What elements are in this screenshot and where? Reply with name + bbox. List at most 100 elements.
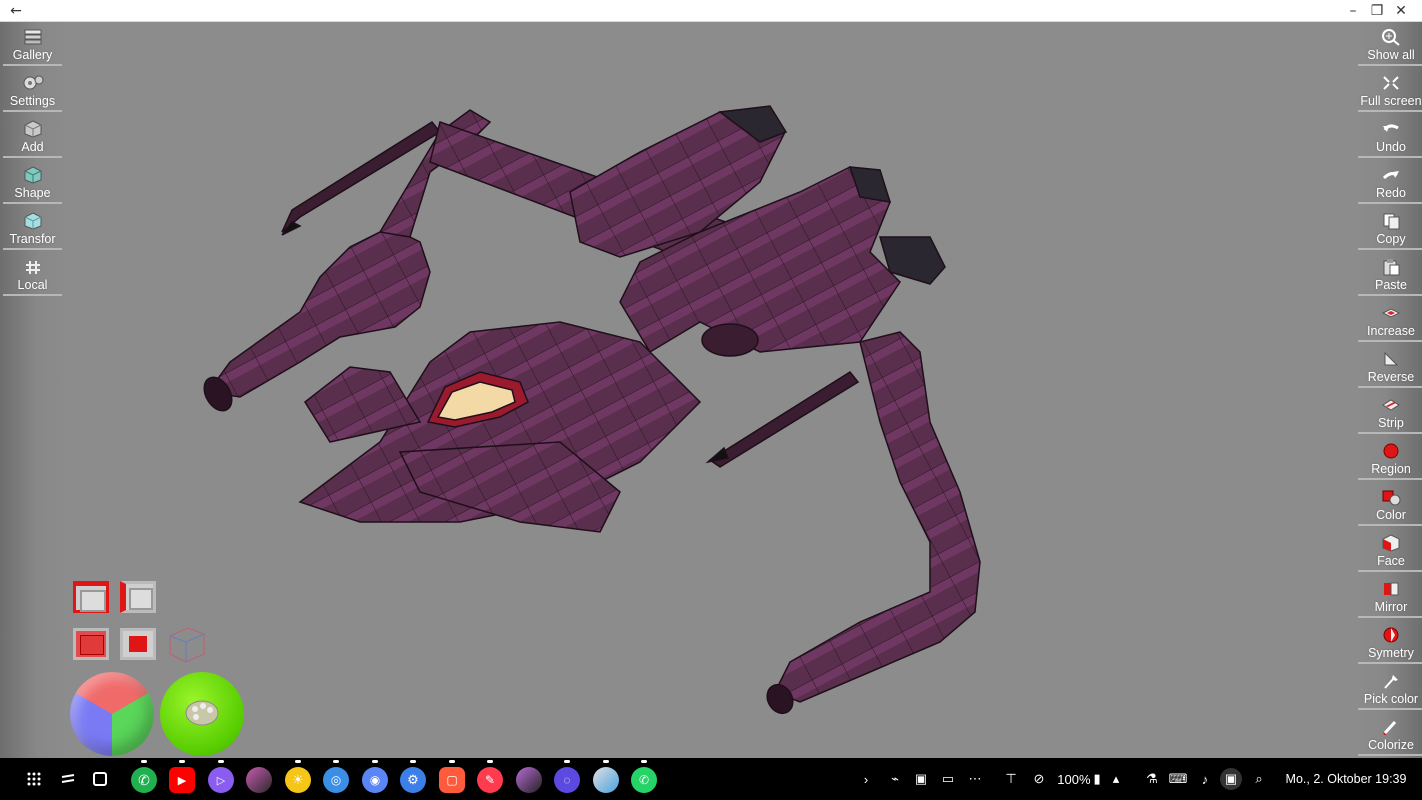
camera-app-icon[interactable]: ◉	[362, 767, 388, 793]
add-cube-icon	[22, 119, 44, 139]
reverse-icon	[1380, 349, 1402, 369]
paste-label: Paste	[1375, 278, 1407, 292]
local-icon	[22, 257, 44, 277]
show-all-button[interactable]: Show all	[1358, 22, 1422, 66]
color-button[interactable]: Color	[1358, 482, 1422, 526]
select-mode-edge-button[interactable]	[120, 581, 156, 613]
3d-viewport[interactable]	[0, 22, 1422, 758]
glass-icon[interactable]: ⊤	[1003, 758, 1019, 800]
flask-icon[interactable]: ⚗	[1144, 758, 1160, 800]
keyboard-icon[interactable]: ⌨	[1169, 758, 1188, 800]
running-indicator	[372, 760, 378, 763]
gallery-app-icon[interactable]	[593, 767, 619, 793]
face-icon	[1380, 533, 1402, 553]
face-button[interactable]: Face	[1358, 528, 1422, 572]
strip-label: Strip	[1378, 416, 1404, 430]
weather-app-icon[interactable]: ☀	[285, 767, 311, 793]
colorize-icon	[1380, 717, 1402, 737]
select-mode-object-button[interactable]	[120, 628, 156, 660]
increase-button[interactable]: Increase	[1358, 298, 1422, 342]
screen-app-icon[interactable]: ▢	[439, 767, 465, 793]
running-indicator	[218, 760, 224, 763]
apps-grid-icon[interactable]	[20, 765, 48, 793]
clock-datetime[interactable]: Mo., 2. Oktober 19:39	[1274, 758, 1418, 800]
chevron-up-icon[interactable]: ▴	[1108, 758, 1124, 800]
region-button[interactable]: Region	[1358, 436, 1422, 480]
pick-color-icon	[1380, 671, 1402, 691]
left-toolbar: Gallery Settings Add Shape Transfor Loca…	[0, 22, 68, 758]
restore-icon[interactable]: ❐	[1365, 0, 1389, 22]
pick-color-button[interactable]: Pick color	[1358, 666, 1422, 710]
recent-apps-icon[interactable]	[54, 765, 82, 793]
mirror-icon	[1380, 579, 1402, 599]
pick-color-label: Pick color	[1363, 692, 1419, 706]
internet-app-icon[interactable]: ◌	[554, 767, 580, 793]
redo-button[interactable]: Redo	[1358, 160, 1422, 204]
palette-button[interactable]	[160, 672, 244, 756]
close-icon[interactable]: ✕	[1389, 0, 1413, 22]
colorize-button[interactable]: Colorize	[1358, 712, 1422, 756]
select-mode-face-button[interactable]	[73, 628, 109, 660]
running-indicator	[333, 760, 339, 763]
home-square-icon[interactable]	[86, 765, 114, 793]
mirror-button[interactable]: Mirror	[1358, 574, 1422, 618]
settings-button[interactable]: Settings	[3, 68, 62, 112]
youtube-app-icon[interactable]: ▶	[169, 767, 195, 793]
symmetry-icon	[1380, 625, 1402, 645]
color-wheel-ball[interactable]	[70, 672, 154, 756]
edge-mode-square	[129, 588, 153, 610]
increase-label: Increase	[1367, 324, 1415, 338]
symmetry-button[interactable]: Symetry	[1358, 620, 1422, 664]
minimize-icon[interactable]: –	[1341, 0, 1365, 22]
strip-button[interactable]: Strip	[1358, 390, 1422, 434]
shape-label: Shape	[14, 186, 51, 200]
copy-button[interactable]: Copy	[1358, 206, 1422, 250]
running-indicator	[487, 760, 493, 763]
local-button[interactable]: Local	[3, 252, 62, 296]
screenshot-icon[interactable]: ▣	[1218, 758, 1244, 800]
add-button[interactable]: Add	[3, 114, 62, 158]
more-dots-icon[interactable]: ⋯	[966, 758, 984, 800]
transform-button[interactable]: Transfor	[3, 206, 62, 250]
right-toolbar: Show all Full screen Undo Redo Copy Past…	[1354, 22, 1422, 758]
paint-app-icon[interactable]: ✎	[477, 767, 503, 793]
settings-app-icon[interactable]: ⚙	[400, 767, 426, 793]
redo-icon	[1380, 165, 1402, 185]
whatsapp-app-icon[interactable]: ✆	[631, 767, 657, 793]
shape-button[interactable]: Shape	[3, 160, 62, 204]
do-not-disturb-icon[interactable]: ⊘	[1030, 758, 1048, 800]
shape-icon	[22, 165, 44, 185]
battery-icon: ▮	[1093, 771, 1101, 786]
search-icon[interactable]: ⌕	[1250, 758, 1268, 800]
battery-status[interactable]: 100% ▮	[1056, 758, 1102, 800]
add-label: Add	[21, 140, 44, 154]
gallery-button[interactable]: Gallery	[3, 22, 62, 66]
undo-label: Undo	[1376, 140, 1406, 154]
copy-icon	[1380, 211, 1402, 231]
undo-button[interactable]: Undo	[1358, 114, 1422, 158]
colorize-label: Colorize	[1368, 738, 1414, 752]
running-indicator	[603, 760, 609, 763]
photo2-app-icon[interactable]	[516, 767, 542, 793]
wireframe-cube-icon[interactable]	[166, 624, 208, 666]
mirror-label: Mirror	[1374, 600, 1408, 614]
transform-label: Transfor	[9, 232, 56, 246]
video-tray-icon[interactable]: ▭	[939, 758, 957, 800]
back-arrow-icon[interactable]: ←	[4, 0, 28, 22]
reverse-button[interactable]: Reverse	[1358, 344, 1422, 388]
browser-app-icon[interactable]: ◎	[323, 767, 349, 793]
phone-app-icon[interactable]: ✆	[131, 767, 157, 793]
full-screen-button[interactable]: Full screen	[1358, 68, 1422, 112]
screen-cast-icon[interactable]: ⌁	[886, 758, 904, 800]
chevron-right-icon[interactable]: ›	[858, 758, 874, 800]
paste-button[interactable]: Paste	[1358, 252, 1422, 296]
object-mode-square	[129, 636, 147, 652]
mute-icon[interactable]: ♪	[1196, 758, 1214, 800]
select-mode-vertex-button[interactable]	[73, 581, 109, 613]
video-player-app-icon[interactable]: ▷	[208, 767, 234, 793]
gallery-label: Gallery	[12, 48, 53, 62]
zoom-icon	[1380, 27, 1402, 47]
photo-app-icon[interactable]	[246, 767, 272, 793]
window-titlebar: ← – ❐ ✕	[0, 0, 1422, 22]
camera-tray-icon[interactable]: ▣	[912, 758, 930, 800]
